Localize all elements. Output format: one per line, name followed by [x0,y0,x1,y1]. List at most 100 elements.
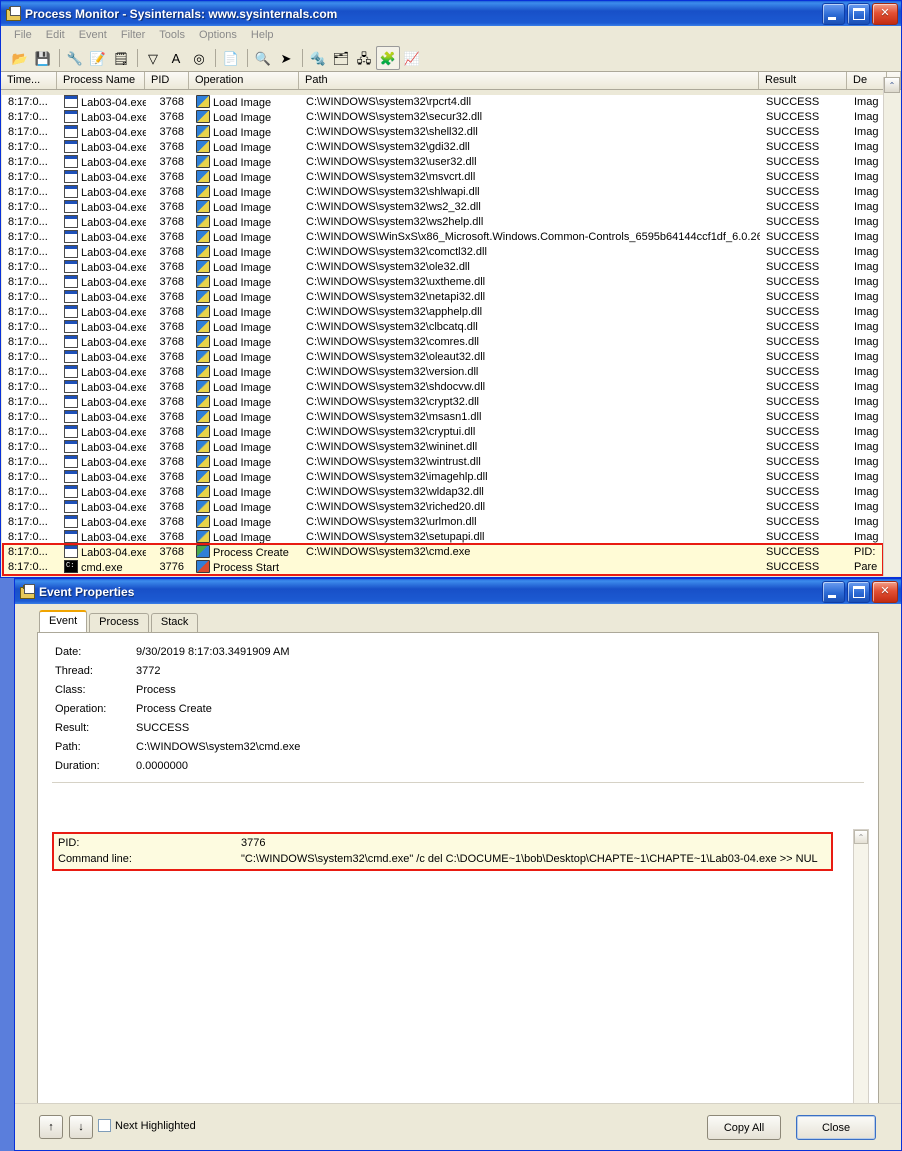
table-row[interactable]: 8:17:0... Lab03-04.exe 3768 Load Image C:\WI… [2,425,900,440]
table-row[interactable]: 8:17:0... Lab03-04.exe 3768 Load Image C:\WI… [2,110,900,125]
table-row[interactable]: 8:17:0... Lab03-04.exe 3768 Load Image C:\WI… [2,395,900,410]
jump-to-icon[interactable]: 📄 [220,47,242,69]
table-row[interactable]: 8:17:0... Lab03-04.exe 3768 Load Image C:\WI… [2,245,900,260]
cell-detail: Imag [854,471,879,483]
table-row[interactable]: 8:17:0... Lab03-04.exe 3768 Load Image C:\WI… [2,470,900,485]
close-button[interactable]: ✕ [872,581,898,603]
exe-icon [64,245,78,258]
table-row[interactable]: 8:17:0... Lab03-04.exe 3768 Load Image C:\WI… [2,125,900,140]
cell-pid: 3768 [159,186,184,198]
show-network-activity-icon[interactable]: 🖧 [353,47,375,69]
copy-all-button[interactable]: Copy All [707,1115,781,1140]
table-row[interactable]: 8:17:0... Lab03-04.exe 3768 Load Image C:\WI… [2,185,900,200]
table-row[interactable]: 8:17:0... Lab03-04.exe 3768 Load Image C:\WI… [2,530,900,545]
event-list-scrollbar[interactable]: ⌃ [883,77,900,576]
table-row[interactable]: 8:17:0... Lab03-04.exe 3768 Load Image C:\WI… [2,200,900,215]
event-list[interactable]: 8:17:0... Lab03-04.exe 3768 Load Image C:\WI… [2,95,900,576]
event-properties-body: Event Process Stack Date: 9/30/2019 8:17:… [15,604,901,1119]
table-row[interactable]: 8:17:0... Lab03-04.exe 3768 Load Image C:\WI… [2,500,900,515]
cell-operation: Load Image [190,230,300,245]
table-row[interactable]: 8:17:0... Lab03-04.exe 3768 Load Image C:\WI… [2,95,900,110]
table-row[interactable]: 8:17:0... Lab03-04.exe 3768 Load Image C:\WI… [2,515,900,530]
menu-event[interactable]: Event [72,28,114,42]
table-row[interactable]: 8:17:0... Lab03-04.exe 3768 Load Image C:\WI… [2,260,900,275]
autoscroll-icon[interactable]: 📝 [87,47,109,69]
column-header-result[interactable]: Result [759,72,847,89]
show-registry-activity-icon[interactable]: 🔩 [307,47,329,69]
previous-event-button[interactable]: ↑ [39,1115,63,1139]
table-row[interactable]: 8:17:0... Lab03-04.exe 3768 Load Image C:\WI… [2,380,900,395]
clear-display-icon[interactable]: 🗒 [110,47,132,69]
column-header-process[interactable]: Process Name [57,72,145,89]
cell-detail: Imag [854,456,879,468]
tab-event[interactable]: Event [39,610,88,632]
event-detail-scrollbar[interactable]: ⌃ ⌄ [853,829,869,1119]
menu-filter[interactable]: Filter [114,28,152,42]
maximize-button[interactable] [847,3,870,25]
table-row[interactable]: 8:17:0... Lab03-04.exe 3768 Load Image C:\WI… [2,350,900,365]
cell-path: C:\WINDOWS\system32\uxtheme.dll [306,276,486,288]
minimize-button[interactable] [822,581,845,603]
scroll-up-icon[interactable]: ⌃ [854,830,868,844]
menu-tools[interactable]: Tools [152,28,192,42]
exe-icon [64,290,78,303]
cell-process-label: Lab03-04.exe [81,292,146,304]
show-profiling-events-icon[interactable]: 📈 [401,47,423,69]
next-highlighted-checkbox-wrap[interactable]: Next Highlighted [98,1119,196,1132]
show-file-activity-icon[interactable]: 🗂 [330,47,352,69]
find-icon[interactable]: 🔍 [252,47,274,69]
close-button[interactable]: Close [796,1115,876,1140]
scroll-up-icon[interactable]: ⌃ [884,77,900,93]
table-row[interactable]: 8:17:0... Lab03-04.exe 3768 Load Image C:\WI… [2,485,900,500]
cell-operation: Load Image [190,335,300,350]
next-event-button[interactable]: ↓ [69,1115,93,1139]
tab-stack[interactable]: Stack [150,613,199,632]
cell-pid: 3768 [159,411,184,423]
menu-options[interactable]: Options [192,28,244,42]
column-header-path[interactable]: Path [299,72,759,89]
table-row[interactable]: 8:17:0... cmd.exe 3776 Process Start SUCCESS… [2,560,900,575]
column-header-operation[interactable]: Operation [189,72,299,89]
table-row[interactable]: 8:17:0... Lab03-04.exe 3768 Load Image C:\WI… [2,230,900,245]
field-value: C:\WINDOWS\system32\cmd.exe [136,741,301,753]
cell-pid: 3768 [159,516,184,528]
maximize-button[interactable] [847,581,870,603]
table-row[interactable]: 8:17:0... Lab03-04.exe 3768 Load Image C:\WI… [2,410,900,425]
table-row[interactable]: 8:17:0... Lab03-04.exe 3768 Load Image C:\WI… [2,170,900,185]
column-header-pid[interactable]: PID [145,72,189,89]
menu-file[interactable]: File [7,28,39,42]
tab-process[interactable]: Process [89,613,149,632]
highlight-icon[interactable]: A [165,47,187,69]
menu-help[interactable]: Help [244,28,281,42]
filter-icon[interactable]: ▽ [142,47,164,69]
show-process-activity-icon[interactable]: 🧩 [376,46,400,70]
cell-process: Lab03-04.exe [58,290,146,305]
process-tree-icon[interactable]: ➤ [275,47,297,69]
menu-edit[interactable]: Edit [39,28,72,42]
table-row[interactable]: 8:17:0... Lab03-04.exe 3768 Load Image C:\WI… [2,140,900,155]
save-icon[interactable]: 💾 [32,47,54,69]
column-header-time[interactable]: Time... [1,72,57,89]
table-row[interactable]: 8:17:0... Lab03-04.exe 3768 Load Image C:\WI… [2,365,900,380]
table-row[interactable]: 8:17:0... Lab03-04.exe 3768 Load Image C:\WI… [2,305,900,320]
table-row[interactable]: 8:17:0... Lab03-04.exe 3768 Process Create C… [2,545,900,560]
table-row[interactable]: 8:17:0... Lab03-04.exe 3768 Load Image C:\WI… [2,275,900,290]
table-row[interactable]: 8:17:0... Lab03-04.exe 3768 Load Image C:\WI… [2,290,900,305]
table-row[interactable]: 8:17:0... Lab03-04.exe 3768 Load Image C:\WI… [2,155,900,170]
table-row[interactable]: 8:17:0... Lab03-04.exe 3768 Load Image C:\WI… [2,440,900,455]
table-row[interactable]: 8:17:0... Lab03-04.exe 3768 Load Image C:\WI… [2,320,900,335]
close-button[interactable]: ✕ [872,3,898,25]
next-highlighted-checkbox[interactable] [98,1119,111,1132]
minimize-button[interactable] [822,3,845,25]
table-row[interactable]: 8:17:0... Lab03-04.exe 3768 Load Image C:\WI… [2,455,900,470]
capture-events-icon[interactable]: 🔧 [64,47,86,69]
field-value: Process Create [136,703,212,715]
cell-process-label: Lab03-04.exe [81,412,146,424]
table-row[interactable]: 8:17:0... Lab03-04.exe 3768 Load Image C:\WI… [2,335,900,350]
cell-path: C:\WINDOWS\system32\secur32.dll [306,111,483,123]
cell-process: Lab03-04.exe [58,155,146,170]
column-header-detail[interactable]: De [847,72,887,89]
include-process-icon[interactable]: ◎ [188,47,210,69]
table-row[interactable]: 8:17:0... Lab03-04.exe 3768 Load Image C:\WI… [2,215,900,230]
open-icon[interactable]: 📂 [9,47,31,69]
